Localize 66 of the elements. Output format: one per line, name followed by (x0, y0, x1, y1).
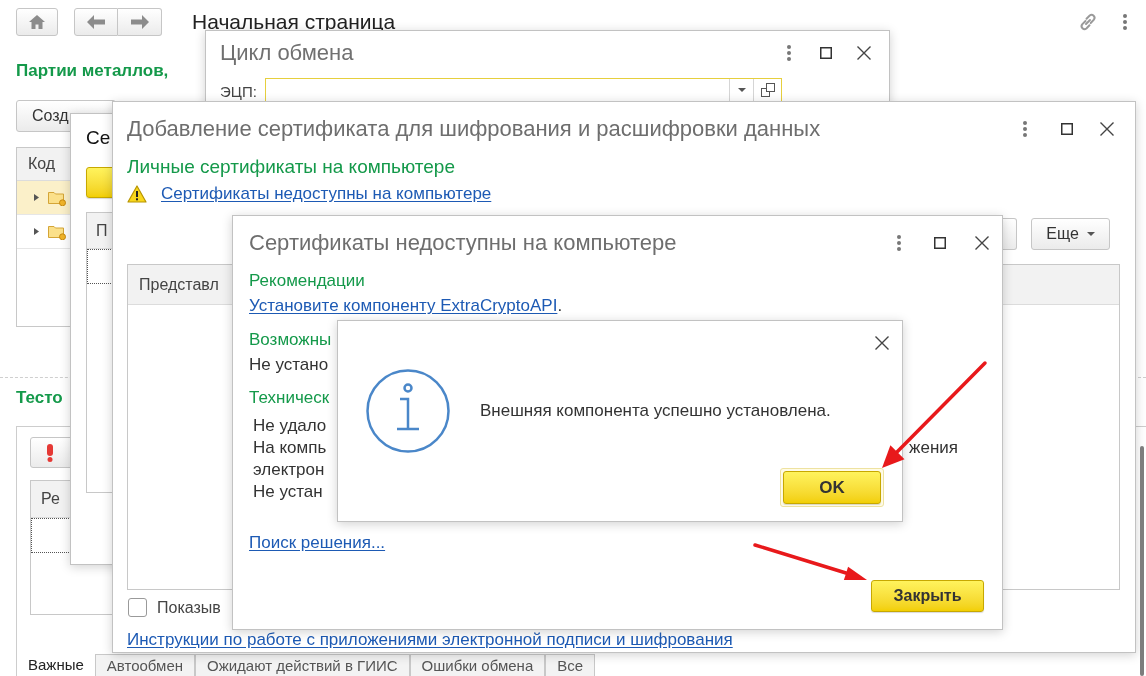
checkbox-label: Показыв (157, 597, 221, 618)
message-text: Внешняя компонента успешно установлена. (480, 401, 831, 421)
link-icon[interactable] (1078, 12, 1098, 32)
section-heading: Тесто (16, 388, 63, 408)
close-button[interactable]: Закрыть (871, 580, 984, 612)
more-icon[interactable] (897, 235, 901, 251)
ok-button[interactable]: OK (780, 468, 884, 507)
scrollbar-thumb[interactable] (1140, 446, 1144, 676)
detail-text: Не устан (253, 481, 323, 503)
tab[interactable]: Все (545, 654, 596, 676)
tab[interactable]: Ожидают действий в ГИИС (195, 654, 410, 676)
close-icon[interactable] (1100, 122, 1114, 136)
expand-triangle-icon[interactable] (34, 194, 39, 201)
maximize-icon[interactable] (1061, 123, 1073, 135)
back-button[interactable] (74, 8, 118, 36)
signature-field[interactable] (265, 78, 782, 102)
search-link[interactable]: Поиск решения... (249, 533, 386, 553)
detail-text: На компь (253, 437, 327, 459)
detail-text: жения (909, 437, 958, 459)
tab[interactable]: Ошибки обмена (409, 654, 546, 676)
checkbox[interactable] (128, 598, 147, 617)
home-button[interactable] (16, 8, 58, 36)
warning-icon (127, 185, 147, 203)
detail-text: Не удало (253, 415, 327, 437)
reason-text: Не устано (249, 355, 329, 375)
page-title: Начальная страница (192, 10, 396, 34)
expand-triangle-icon[interactable] (34, 228, 39, 235)
more-icon[interactable] (1023, 121, 1027, 137)
warning-link[interactable]: Сертификаты недоступны на компьютере (161, 184, 492, 204)
section-heading: Техническ (249, 388, 330, 408)
exclamation-icon (46, 443, 54, 462)
close-icon[interactable] (857, 45, 871, 60)
field-label: ЭЦП: (220, 82, 258, 100)
folder-icon (48, 189, 66, 206)
maximize-icon[interactable] (934, 237, 946, 249)
info-icon (366, 369, 450, 453)
section-heading: Возможны (249, 330, 332, 350)
folder-icon (48, 223, 66, 240)
column-header: Код (28, 154, 56, 174)
window-title: Сертификаты недоступны на компьютере (249, 230, 677, 256)
more-button[interactable]: Еще (1031, 218, 1110, 250)
arrow-left-icon (87, 15, 105, 29)
section-heading: Личные сертификаты на компьютере (127, 156, 455, 178)
detail-text: электрон (253, 459, 325, 481)
window-title: Цикл обмена (220, 39, 354, 66)
section-heading: Партии металлов, (16, 61, 169, 81)
arrow-right-icon (130, 15, 149, 29)
close-icon[interactable] (975, 236, 989, 250)
column-header: П (96, 220, 108, 241)
column-header: Представл (139, 274, 219, 295)
more-icon[interactable] (787, 44, 791, 61)
maximize-icon[interactable] (820, 46, 832, 59)
close-icon[interactable] (875, 335, 889, 350)
open-window-icon[interactable] (760, 83, 775, 97)
window-title: Добавление сертификата для шифрования и расшифровки данных (127, 116, 821, 142)
more-icon[interactable] (1123, 14, 1127, 30)
install-link[interactable]: Установите компоненту ExtraCryptoAPI (249, 296, 558, 315)
forward-button[interactable] (118, 8, 162, 36)
home-icon (29, 15, 45, 29)
recommendation-text: Установите компоненту ExtraCryptoAPI. (249, 296, 563, 316)
caret-icon (1086, 232, 1095, 236)
tab[interactable]: Автообмен (94, 654, 196, 676)
caret-icon (737, 88, 746, 92)
section-heading: Рекомендации (249, 271, 365, 291)
instructions-link[interactable]: Инструкции по работе с приложениями электронной подписи и шифрования (127, 630, 733, 650)
column-header: Ре (41, 489, 60, 509)
